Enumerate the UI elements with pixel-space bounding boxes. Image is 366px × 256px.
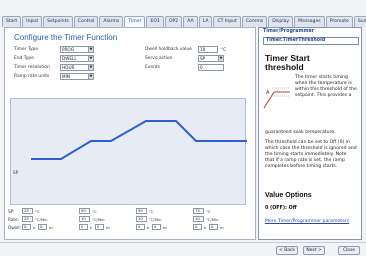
- end-type-select[interactable]: DWELL ▼: [60, 55, 94, 62]
- tab-timer[interactable]: Timer: [124, 16, 146, 27]
- segment-dwell-hours-input[interactable]: 0: [79, 224, 88, 230]
- segment-sp-unit: °C: [35, 209, 40, 214]
- more-parameters-link[interactable]: More Timer/Programmer parameters: [265, 219, 353, 225]
- segment-rate-input[interactable]: 10: [79, 216, 90, 222]
- sp-axis-label: SP: [13, 170, 19, 175]
- tab-promote[interactable]: Promote: [325, 16, 353, 27]
- close-button[interactable]: Close: [338, 246, 360, 255]
- timer-resolution-label: Timer resolution: [14, 65, 50, 70]
- segment-dwell-minutes-input[interactable]: 0: [95, 224, 104, 230]
- profile-svg: [31, 120, 271, 160]
- tab-strip: Start Input Setpoints Control Alarms Timer EO1…: [2, 16, 366, 27]
- servo-action-value: SP: [200, 56, 206, 61]
- segment-minutes-unit: m: [163, 225, 167, 230]
- chevron-down-icon: ▼: [218, 56, 223, 61]
- profile-line: [31, 120, 247, 160]
- segment-dwell-minutes-input[interactable]: 0: [152, 224, 161, 230]
- segment-minutes-unit: m: [49, 225, 53, 230]
- segment-rate-unit: °C/Min: [92, 217, 105, 222]
- page-title: Configure the Timer Function: [14, 33, 118, 42]
- program-profile-chart: [10, 98, 271, 205]
- timer-type-select[interactable]: PROG ▼: [60, 46, 94, 53]
- tab-input[interactable]: Input: [22, 16, 43, 27]
- dwell-row-label: Dwell:: [8, 225, 21, 230]
- tab-display[interactable]: Display: [268, 16, 294, 27]
- segment-rate-unit: °C/Min: [35, 217, 48, 222]
- timer-resolution-value: HOUR: [62, 65, 75, 70]
- tab-alarms[interactable]: Alarms: [99, 16, 124, 27]
- segment-hours-unit: h: [33, 225, 36, 230]
- help-parameter-name: Timer.TimerThreshold: [263, 37, 359, 45]
- segment-rate-input[interactable]: 25: [22, 216, 33, 222]
- tab-op2[interactable]: OP2: [164, 16, 183, 27]
- segment-dwell-minutes-input[interactable]: 0: [209, 224, 218, 230]
- tab-summary[interactable]: Summary: [353, 16, 366, 27]
- segment-rate-unit: °C/Min: [149, 217, 162, 222]
- tab-start[interactable]: Start: [2, 16, 22, 27]
- help-paragraph-2: guaranteed soak temperature.: [265, 130, 336, 135]
- end-type-value: DWELL: [62, 56, 77, 61]
- segment-sp-input[interactable]: 25: [22, 208, 33, 214]
- help-paragraph-3: The threshold can be set to Off (0) in w…: [265, 140, 357, 169]
- segment-hours-unit: h: [147, 225, 150, 230]
- wizard-window: Start Input Setpoints Control Alarms Timer EO1…: [0, 0, 366, 256]
- title-bar: [0, 0, 366, 15]
- value-options-heading: Value Options: [265, 192, 312, 199]
- tab-aa[interactable]: AA: [183, 16, 198, 27]
- ramp-rate-units-value: MIN: [62, 74, 70, 79]
- tab-control[interactable]: Control: [73, 16, 99, 27]
- value-option-off: 0 (OFF): Off: [265, 206, 297, 211]
- chevron-down-icon: ▼: [88, 56, 93, 61]
- segment-minutes-unit: m: [106, 225, 110, 230]
- threshold-diagram-icon: A: [263, 87, 290, 109]
- segment-dwell-hours-input[interactable]: 0: [22, 224, 31, 230]
- segment-sp-input[interactable]: 75: [193, 208, 204, 214]
- ramp-rate-units-label: Ramp rate units: [14, 74, 50, 79]
- segment-rate-input[interactable]: 10: [193, 216, 204, 222]
- segment-hours-unit: h: [90, 225, 93, 230]
- tab-messages[interactable]: Messages: [294, 16, 325, 27]
- back-button[interactable]: < Back: [276, 246, 298, 255]
- next-button[interactable]: Next >: [303, 246, 325, 255]
- chevron-down-icon: ▼: [88, 65, 93, 70]
- help-title: Timer Start threshold: [265, 53, 310, 72]
- tab-la[interactable]: LA: [198, 16, 213, 27]
- timer-type-value: PROG: [62, 47, 74, 52]
- servo-action-label: Servo action: [145, 56, 173, 61]
- events-input[interactable]: 0: [198, 64, 224, 71]
- dwell-holdback-input[interactable]: 10: [198, 46, 218, 53]
- ramp-rate-units-select[interactable]: MIN ▼: [60, 73, 94, 80]
- help-description: The timer starts timing when the tempera…: [295, 75, 357, 98]
- dwell-holdback-unit: °C: [221, 47, 227, 52]
- segment-dwell-hours-input[interactable]: 0: [136, 224, 145, 230]
- servo-action-select[interactable]: SP ▼: [198, 55, 224, 62]
- svg-text:A: A: [266, 90, 270, 96]
- segment-dwell-hours-input[interactable]: 0: [193, 224, 202, 230]
- tab-eo1[interactable]: EO1: [146, 16, 164, 27]
- segment-rate-input[interactable]: 10: [136, 216, 147, 222]
- segment-sp-input[interactable]: 50: [79, 208, 90, 214]
- tab-ct-input[interactable]: CT Input: [213, 16, 241, 27]
- segment-sp-unit: °C: [206, 209, 211, 214]
- timer-type-label: Timer Type: [14, 47, 39, 52]
- segment-dwell-minutes-input[interactable]: 0: [38, 224, 47, 230]
- events-label: Events: [145, 65, 160, 70]
- dwell-holdback-label: Dwell holdback value: [145, 47, 192, 52]
- segment-rate-unit: °C/Min: [206, 217, 219, 222]
- rate-row-label: Rate:: [8, 217, 20, 222]
- tab-comms[interactable]: Comms: [241, 16, 268, 27]
- segment-sp-unit: °C: [149, 209, 154, 214]
- tab-setpoints[interactable]: Setpoints: [43, 16, 73, 27]
- segment-hours-unit: h: [204, 225, 207, 230]
- timer-resolution-select[interactable]: HOUR ▼: [60, 64, 94, 71]
- chevron-down-icon: ▼: [88, 74, 93, 79]
- end-type-label: End Type: [14, 56, 34, 61]
- sp-row-label: SP:: [8, 209, 15, 214]
- segment-minutes-unit: m: [220, 225, 224, 230]
- segment-sp-input[interactable]: 50: [136, 208, 147, 214]
- chevron-down-icon: ▼: [88, 47, 93, 52]
- help-header: Timer/Programmer: [263, 29, 315, 34]
- segment-sp-unit: °C: [92, 209, 97, 214]
